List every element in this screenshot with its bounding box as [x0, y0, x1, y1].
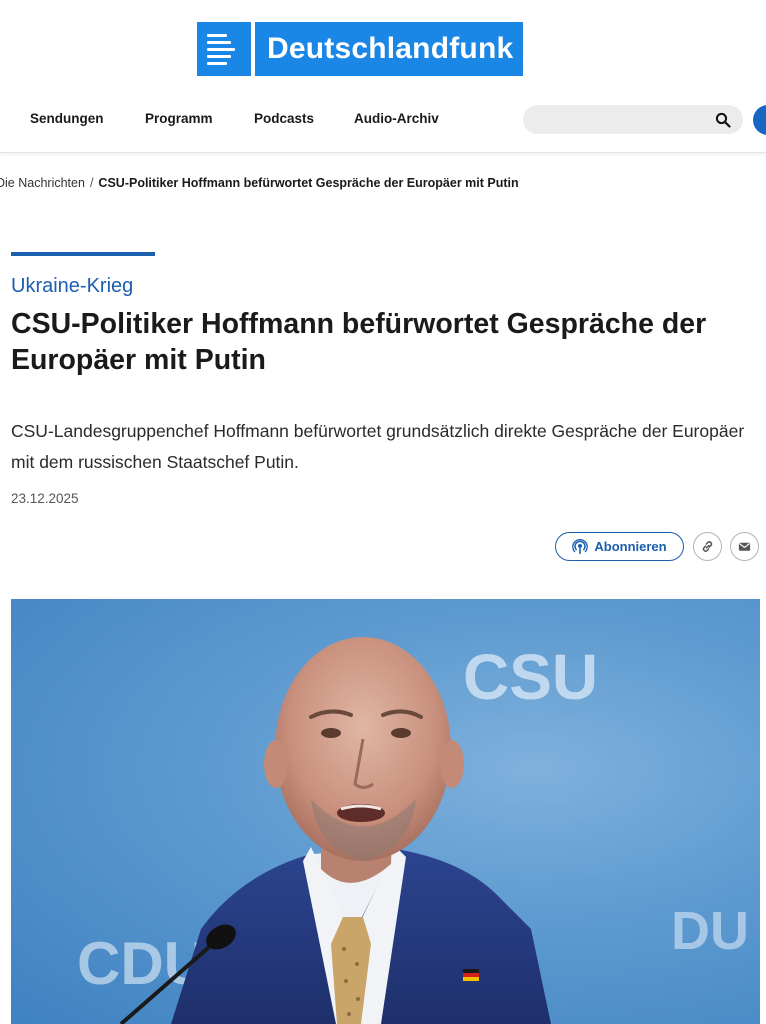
article-date: 23.12.2025 [11, 491, 79, 506]
breadcrumb-current: CSU-Politiker Hoffmann befürwortet Gespr… [98, 176, 519, 190]
breadcrumb: Die Nachrichten / CSU-Politiker Hoffmann b… [0, 176, 519, 190]
search-icon[interactable] [715, 112, 731, 128]
brand-name: Deutschlandfunk [255, 22, 524, 76]
breadcrumb-separator: / [89, 176, 94, 190]
page: Deutschlandfunk Sendungen Programm Podca… [0, 0, 766, 1024]
kicker-accent-line [11, 252, 155, 256]
copy-link-button[interactable] [693, 532, 722, 561]
brand-logo[interactable]: Deutschlandfunk [197, 22, 524, 76]
share-mail-button[interactable] [730, 532, 759, 561]
nav-item-sendungen[interactable]: Sendungen [30, 100, 104, 138]
mail-icon [738, 542, 751, 551]
backdrop-text-du: DU [671, 901, 749, 961]
nav-item-audio-archiv[interactable]: Audio-Archiv [354, 100, 439, 138]
link-icon [702, 541, 713, 552]
backdrop-text-csu: CSU [463, 641, 598, 713]
nav-item-programm[interactable]: Programm [145, 100, 213, 138]
article-teaser: CSU-Landesgruppenchef Hoffmann befürwort… [11, 421, 745, 472]
article-headline: CSU-Politiker Hoffmann befürwortet Gespr… [11, 308, 707, 376]
nav-item-podcasts[interactable]: Podcasts [254, 100, 314, 138]
search-input[interactable] [523, 105, 703, 134]
breadcrumb-parent-link[interactable]: Die Nachrichten [0, 176, 85, 190]
podcast-icon [572, 538, 589, 554]
subscribe-label: Abonnieren [594, 539, 667, 554]
article-kicker[interactable]: Ukraine-Krieg [11, 275, 133, 298]
account-button[interactable] [753, 105, 766, 135]
subscribe-button[interactable]: Abonnieren [555, 532, 684, 561]
politician-photo: CSU CDU DU [77, 637, 749, 1024]
main-nav: Sendungen Programm Podcasts Audio-Archiv [0, 100, 766, 153]
masthead: Deutschlandfunk [0, 0, 766, 100]
logo-mark-icon [197, 22, 251, 76]
article-photo: CSU CDU DU [11, 599, 760, 1024]
search-box [523, 105, 743, 134]
